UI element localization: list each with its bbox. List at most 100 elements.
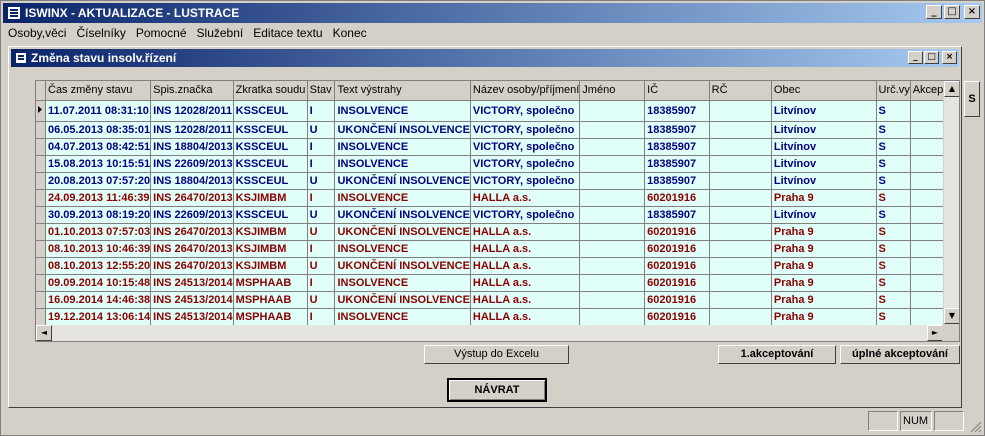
cell-rc[interactable] [709, 291, 772, 309]
cell-obec[interactable]: Praha 9 [771, 189, 877, 207]
child-close-button[interactable]: × [942, 51, 957, 64]
cell-stav[interactable]: I [307, 189, 336, 207]
child-minimize-button[interactable]: _ [908, 51, 923, 64]
cell-rc[interactable] [709, 240, 772, 258]
cell-text-vystrahy[interactable]: INSOLVENCE [334, 138, 471, 156]
scroll-left-arrow-icon[interactable]: ◄ [36, 325, 52, 341]
cell-cas-zmeny-stavu[interactable]: 16.09.2014 14:46:38 [45, 291, 152, 309]
menu-editace-textu[interactable]: Editace textu [248, 26, 327, 40]
table-row[interactable]: 08.10.2013 12:55:20 INS 26470/2013 KSJIMBM… [36, 257, 959, 275]
cell-cas-zmeny-stavu[interactable]: 15.08.2013 10:15:51 [45, 155, 152, 173]
cell-ic[interactable]: 60201916 [644, 274, 710, 292]
cell-cas-zmeny-stavu[interactable]: 01.10.2013 07:57:03 [45, 223, 152, 241]
row-selector[interactable] [36, 206, 46, 224]
cell-urc-vy[interactable]: S [876, 172, 911, 190]
cell-spis-znacka[interactable]: INS 24513/2014 [150, 308, 234, 326]
cell-urc-vy[interactable]: S [876, 291, 911, 309]
cell-cas-zmeny-stavu[interactable]: 24.09.2013 11:46:39 [45, 189, 152, 207]
cell-ic[interactable]: 18385907 [644, 172, 710, 190]
cell-zkratka-soudu[interactable]: KSSCEUL [233, 206, 308, 224]
cell-jmeno[interactable] [579, 240, 646, 258]
cell-nazev-osoby[interactable]: VICTORY, společno [470, 172, 581, 190]
table-row[interactable]: 04.07.2013 08:42:51 INS 18804/2013 KSSCEUL… [36, 138, 959, 156]
cell-text-vystrahy[interactable]: UKONČENÍ INSOLVENCE [334, 257, 471, 275]
first-accept-button[interactable]: 1.akceptování [718, 345, 836, 364]
data-grid[interactable]: Čas změny stavu Spis.značka Zkratka soudu S… [35, 80, 960, 342]
cell-nazev-osoby[interactable]: HALLA a.s. [470, 308, 581, 326]
cell-text-vystrahy[interactable]: UKONČENÍ INSOLVENCE [334, 172, 471, 190]
cell-spis-znacka[interactable]: INS 26470/2013 [150, 257, 234, 275]
cell-rc[interactable] [709, 121, 772, 139]
cell-nazev-osoby[interactable]: VICTORY, společno [470, 138, 581, 156]
cell-text-vystrahy[interactable]: INSOLVENCE [334, 274, 471, 292]
cell-nazev-osoby[interactable]: HALLA a.s. [470, 189, 581, 207]
cell-obec[interactable]: Praha 9 [771, 223, 877, 241]
column-header-nazev-osoby[interactable]: Název osoby/příjmení [470, 81, 581, 101]
cell-stav[interactable]: I [307, 155, 336, 173]
cell-ic[interactable]: 60201916 [644, 223, 710, 241]
cell-cas-zmeny-stavu[interactable]: 04.07.2013 08:42:51 [45, 138, 152, 156]
cell-nazev-osoby[interactable]: HALLA a.s. [470, 240, 581, 258]
cell-rc[interactable] [709, 155, 772, 173]
cell-cas-zmeny-stavu[interactable]: 11.07.2011 08:31:10 [45, 100, 152, 122]
cell-rc[interactable] [709, 206, 772, 224]
cell-jmeno[interactable] [579, 274, 646, 292]
menu-ciselniky[interactable]: Číselníky [71, 26, 130, 40]
cell-nazev-osoby[interactable]: HALLA a.s. [470, 274, 581, 292]
table-row[interactable]: 06.05.2013 08:35:01 INS 12028/2011 KSSCEUL… [36, 121, 959, 139]
row-selector[interactable] [36, 223, 46, 241]
child-title-bar[interactable]: Změna stavu insolv.řízení _ □ × [11, 49, 959, 67]
cell-jmeno[interactable] [579, 138, 646, 156]
cell-obec[interactable]: Litvínov [771, 138, 877, 156]
cell-rc[interactable] [709, 308, 772, 326]
cell-ic[interactable]: 18385907 [644, 155, 710, 173]
horizontal-scrollbar[interactable]: ◄ ► [36, 325, 943, 341]
cell-nazev-osoby[interactable]: VICTORY, společno [470, 155, 581, 173]
column-header-spis-znacka[interactable]: Spis.značka [150, 81, 234, 101]
column-header-stav[interactable]: Stav [307, 81, 336, 101]
menu-sluzebni[interactable]: Služební [192, 26, 249, 40]
cell-cas-zmeny-stavu[interactable]: 08.10.2013 12:55:20 [45, 257, 152, 275]
side-s-button[interactable]: S [964, 81, 980, 117]
cell-urc-vy[interactable]: S [876, 100, 911, 122]
cell-jmeno[interactable] [579, 206, 646, 224]
cell-nazev-osoby[interactable]: HALLA a.s. [470, 257, 581, 275]
scroll-up-arrow-icon[interactable]: ▲ [944, 81, 959, 97]
column-header-text-vystrahy[interactable]: Text výstrahy [334, 81, 471, 101]
cell-spis-znacka[interactable]: INS 18804/2013 [150, 138, 234, 156]
cell-obec[interactable]: Litvínov [771, 206, 877, 224]
table-row[interactable]: 15.08.2013 10:15:51 INS 22609/2013 KSSCEUL… [36, 155, 959, 173]
cell-obec[interactable]: Praha 9 [771, 240, 877, 258]
table-row[interactable]: 19.12.2014 13:06:14 INS 24513/2014 MSPHAAB… [36, 308, 959, 326]
table-row[interactable]: 16.09.2014 14:46:38 INS 24513/2014 MSPHAAB… [36, 291, 959, 309]
cell-text-vystrahy[interactable]: INSOLVENCE [334, 189, 471, 207]
cell-urc-vy[interactable]: S [876, 308, 911, 326]
cell-zkratka-soudu[interactable]: MSPHAAB [233, 274, 308, 292]
cell-ic[interactable]: 60201916 [644, 189, 710, 207]
cell-spis-znacka[interactable]: INS 26470/2013 [150, 240, 234, 258]
cell-rc[interactable] [709, 138, 772, 156]
cell-zkratka-soudu[interactable]: KSSCEUL [233, 155, 308, 173]
cell-spis-znacka[interactable]: INS 12028/2011 [150, 121, 234, 139]
row-selector[interactable] [36, 121, 46, 139]
cell-spis-znacka[interactable]: INS 26470/2013 [150, 189, 234, 207]
cell-stav[interactable]: U [307, 223, 336, 241]
cell-jmeno[interactable] [579, 223, 646, 241]
cell-jmeno[interactable] [579, 100, 646, 122]
cell-nazev-osoby[interactable]: VICTORY, společno [470, 100, 581, 122]
cell-text-vystrahy[interactable]: UKONČENÍ INSOLVENCE [334, 223, 471, 241]
cell-urc-vy[interactable]: S [876, 274, 911, 292]
title-bar[interactable]: ISWINX - AKTUALIZACE - LUSTRACE _ □ × [3, 3, 982, 23]
cell-spis-znacka[interactable]: INS 24513/2014 [150, 291, 234, 309]
cell-text-vystrahy[interactable]: UKONČENÍ INSOLVENCE [334, 291, 471, 309]
cell-rc[interactable] [709, 257, 772, 275]
column-header-jmeno[interactable]: Jméno [579, 81, 646, 101]
cell-jmeno[interactable] [579, 172, 646, 190]
cell-zkratka-soudu[interactable]: KSSCEUL [233, 121, 308, 139]
cell-urc-vy[interactable]: S [876, 240, 911, 258]
cell-jmeno[interactable] [579, 308, 646, 326]
cell-urc-vy[interactable]: S [876, 223, 911, 241]
back-button[interactable]: NÁVRAT [447, 378, 547, 402]
cell-jmeno[interactable] [579, 155, 646, 173]
cell-jmeno[interactable] [579, 121, 646, 139]
